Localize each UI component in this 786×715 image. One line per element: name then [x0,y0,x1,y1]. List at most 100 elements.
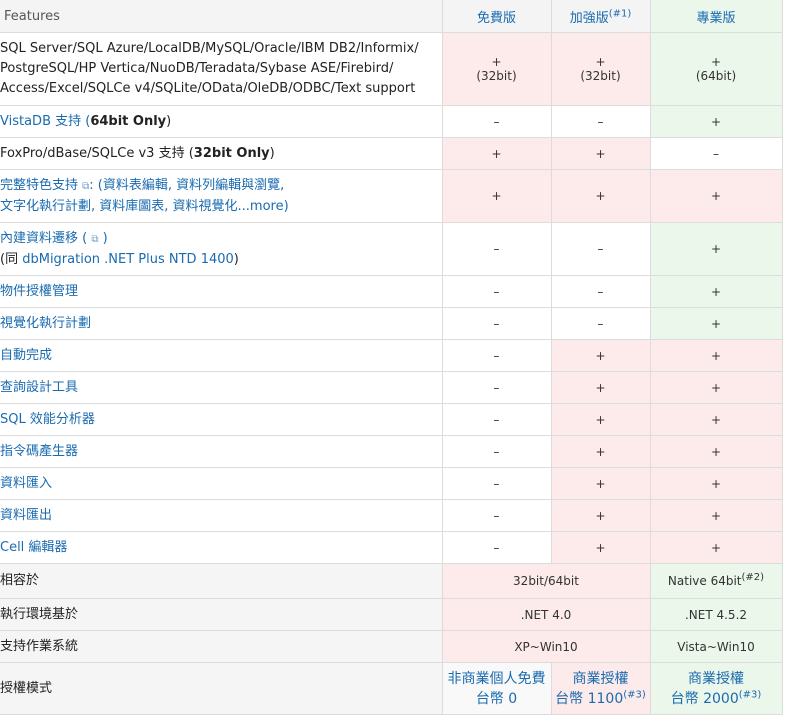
cell-plus: – [551,307,651,340]
spec-compat-free-plus: 32bit/64bit [442,563,651,599]
cell-free: – [442,403,552,436]
spec-compat-pro: Native 64bit(#2) [650,563,783,599]
feature-db-support: SQL Server/SQL Azure/LocalDB/MySQL/Oracl… [0,32,443,106]
spec-runtime-label: 執行環境基於 [0,598,443,631]
cell-pro: + [650,499,783,532]
table-row: SQL 效能分析器 – + + [0,403,783,436]
cell-pro: + (64bit) [650,32,783,106]
cell-free: + [442,137,552,170]
cell-plus: + [551,169,651,223]
cell-plus: + [551,403,651,436]
cell-plus: + [551,137,651,170]
cell-free: – [442,307,552,340]
feature-vistadb: VistaDB 支持 (64bit Only) [0,105,443,138]
cell-plus: – [551,275,651,308]
spec-os-label: 支持作業系統 [0,630,443,663]
edition-free-header: 免費版 [442,0,552,33]
cell-pro: + [650,403,783,436]
cell-pro: + [650,467,783,500]
cell-plus: + [551,531,651,564]
vistadb-link[interactable]: VistaDB 支持 ( [0,114,90,129]
table-row: 內建資料遷移 ( ⧉ ) (同 dbMigration .NET Plus NT… [0,222,783,276]
table-row: 自動完成 – + + [0,339,783,372]
cell-pro: + [650,371,783,404]
full-support-link[interactable]: 完整特色支持 [0,178,78,193]
cell-free: – [442,339,552,372]
cell-plus: + [551,499,651,532]
spec-row: 相容於 32bit/64bit Native 64bit(#2) [0,563,783,599]
header-row: Features 免費版 加強版(#1) 專業版 [0,0,783,33]
feature-autocomplete[interactable]: 自動完成 [0,339,443,372]
cell-plus: + [551,339,651,372]
cell-pro: + [650,169,783,223]
cell-pro: + [650,105,783,138]
table-row: FoxPro/dBase/SQLCe v3 支持 (32bit Only) + … [0,137,783,170]
cell-pro: + [650,275,783,308]
cell-free: – [442,467,552,500]
external-link-icon[interactable]: ⧉ [91,234,98,245]
cell-plus: + [551,371,651,404]
feature-visual-plan[interactable]: 視覺化執行計劃 [0,307,443,340]
cell-free: – [442,105,552,138]
cell-pro: + [650,435,783,468]
feature-data-export[interactable]: 資料匯出 [0,499,443,532]
table-row: VistaDB 支持 (64bit Only) – – + [0,105,783,138]
table-row: SQL Server/SQL Azure/LocalDB/MySQL/Oracl… [0,32,783,106]
spec-runtime-free-plus: .NET 4.0 [442,598,651,631]
cell-free: – [442,371,552,404]
spec-row: 執行環境基於 .NET 4.0 .NET 4.5.2 [0,598,783,631]
cell-plus: – [551,222,651,276]
footnote-2-marker[interactable]: (#2) [742,572,765,583]
feature-script-generator[interactable]: 指令碼產生器 [0,435,443,468]
dbmigration-link[interactable]: dbMigration .NET Plus NTD 1400 [22,252,234,267]
feature-foxpro: FoxPro/dBase/SQLCe v3 支持 (32bit Only) [0,137,443,170]
cell-pro: – [650,137,783,170]
spec-row: 支持作業系統 XP~Win10 Vista~Win10 [0,630,783,663]
license-row: 授權模式 非商業個人免費 台幣 0 商業授權 台幣 1100(#3) 商業授權 台幣 … [0,662,783,715]
cell-pro: + [650,339,783,372]
cell-free: – [442,499,552,532]
table-row: 物件授權管理 – – + [0,275,783,308]
license-free[interactable]: 非商業個人免費 台幣 0 [442,662,552,715]
features-header: Features [0,0,443,33]
cell-plus: + [551,467,651,500]
table-row: 查詢設計工具 – + + [0,371,783,404]
spec-os-free-plus: XP~Win10 [442,630,651,663]
spec-runtime-pro: .NET 4.5.2 [650,598,783,631]
edition-plus-header: 加強版(#1) [551,0,651,33]
cell-free: + [442,169,552,223]
cell-pro: + [650,307,783,340]
feature-sql-profiler[interactable]: SQL 效能分析器 [0,403,443,436]
spec-os-pro: Vista~Win10 [650,630,783,663]
cell-free: + (32bit) [442,32,552,106]
edition-pro-header: 專業版 [650,0,783,33]
feature-query-designer[interactable]: 查詢設計工具 [0,371,443,404]
edition-comparison-table: Features 免費版 加強版(#1) 專業版 SQL Server/SQL … [0,0,783,715]
feature-cell-editor[interactable]: Cell 編輯器 [0,531,443,564]
cell-pro: + [650,531,783,564]
table-row: 指令碼產生器 – + + [0,435,783,468]
license-label: 授權模式 [0,662,443,715]
spec-compat-label: 相容於 [0,563,443,599]
cell-plus: – [551,105,651,138]
feature-full-support: 完整特色支持 ⧉: (資料表編輯, 資料列編輯與瀏覽, 文字化執行計劃, 資料庫… [0,169,443,223]
table-row: 資料匯入 – + + [0,467,783,500]
license-plus[interactable]: 商業授權 台幣 1100(#3) [551,662,651,715]
cell-pro: + [650,222,783,276]
table-row: 視覺化執行計劃 – – + [0,307,783,340]
footnote-1-marker[interactable]: (#1) [609,8,632,19]
cell-plus: + (32bit) [551,32,651,106]
license-pro[interactable]: 商業授權 台幣 2000(#3) [650,662,783,715]
table-row: Cell 編輯器 – + + [0,531,783,564]
cell-free: – [442,435,552,468]
footnote-3-marker[interactable]: (#3) [739,689,762,700]
feature-object-permissions[interactable]: 物件授權管理 [0,275,443,308]
table-row: 完整特色支持 ⧉: (資料表編輯, 資料列編輯與瀏覽, 文字化執行計劃, 資料庫… [0,169,783,223]
cell-free: – [442,531,552,564]
cell-free: – [442,275,552,308]
feature-migration: 內建資料遷移 ( ⧉ ) (同 dbMigration .NET Plus NT… [0,222,443,276]
cell-free: – [442,222,552,276]
feature-data-import[interactable]: 資料匯入 [0,467,443,500]
table-row: 資料匯出 – + + [0,499,783,532]
footnote-3-marker[interactable]: (#3) [623,689,646,700]
